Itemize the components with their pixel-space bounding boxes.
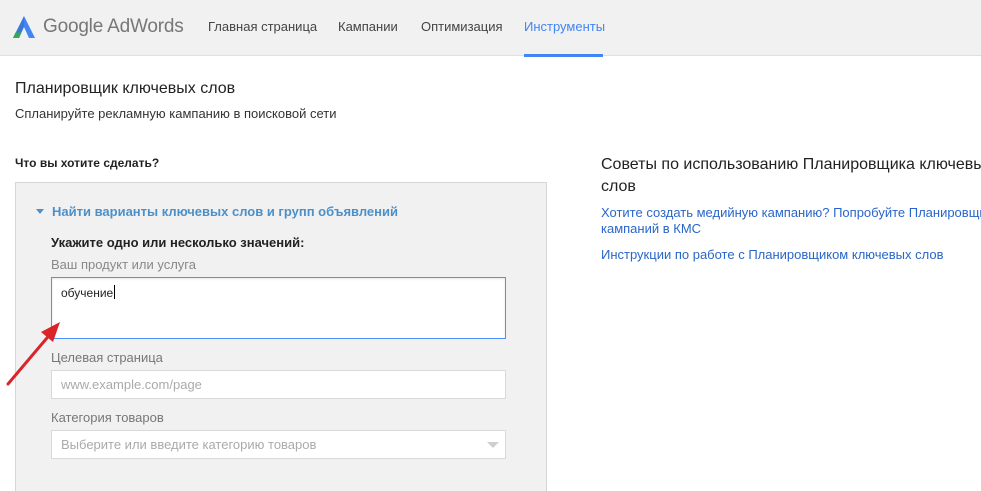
tips-title-line2: слов xyxy=(601,178,636,195)
nav-tab-campaigns[interactable]: Кампании xyxy=(338,0,398,56)
product-textarea-value: обучение xyxy=(61,286,114,300)
product-label: Ваш продукт или услуга xyxy=(51,257,196,272)
question-heading: Что вы хотите сделать? xyxy=(15,156,160,170)
page-subtitle: Спланируйте рекламную кампанию в поисков… xyxy=(15,106,337,121)
chevron-down-icon[interactable] xyxy=(487,442,499,448)
product-textarea[interactable]: обучение xyxy=(51,277,506,339)
find-keywords-section-toggle[interactable]: Найти варианты ключевых слов и групп объ… xyxy=(36,204,398,219)
nav-tab-optimization[interactable]: Оптимизация xyxy=(421,0,503,56)
logo-google-text: Google xyxy=(43,16,104,37)
tips-title-line1: Советы по использованию Планировщика клю… xyxy=(601,156,981,173)
active-tab-underline xyxy=(524,54,603,57)
find-keywords-section-title: Найти варианты ключевых слов и групп объ… xyxy=(52,204,398,219)
red-arrow-icon xyxy=(6,322,60,386)
product-category-label: Категория товаров xyxy=(51,410,164,425)
page-title: Планировщик ключевых слов xyxy=(15,80,236,97)
link-line1: Хотите создать медийную кампанию? Попроб… xyxy=(601,205,981,220)
text-caret xyxy=(114,285,116,299)
nav-tab-tools[interactable]: Инструменты xyxy=(524,0,606,57)
required-values-label: Укажите одно или несколько значений: xyxy=(51,235,305,250)
adwords-logo-icon xyxy=(13,16,35,38)
logo-adwords-text: AdWords xyxy=(107,16,184,37)
keyword-planner-instructions-link[interactable]: Инструкции по работе с Планировщиком клю… xyxy=(601,247,943,262)
nav-tab-home[interactable]: Главная страница xyxy=(208,0,317,56)
product-category-placeholder: Выберите или введите категорию товаров xyxy=(61,437,317,452)
link-line2: кампаний в КМС xyxy=(601,221,702,236)
product-category-select[interactable]: Выберите или введите категорию товаров xyxy=(51,430,506,459)
logo-text: Google AdWords xyxy=(43,16,184,38)
landing-page-input[interactable]: www.example.com/page xyxy=(51,370,506,399)
top-navigation-bar: Google AdWords Главная страница Кампании… xyxy=(0,0,981,57)
tips-title: Советы по использованию Планировщика клю… xyxy=(601,154,981,198)
triangle-down-icon xyxy=(36,209,44,214)
nav-tab-tools-label: Инструменты xyxy=(524,19,606,34)
adwords-logo[interactable]: Google AdWords xyxy=(12,13,184,41)
display-campaign-planner-link[interactable]: Хотите создать медийную кампанию? Попроб… xyxy=(601,205,981,237)
